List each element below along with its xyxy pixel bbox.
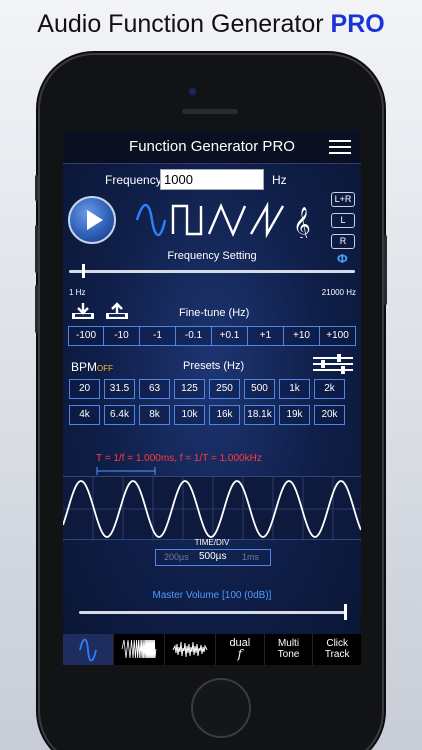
headline: Audio Function Generator PRO bbox=[0, 10, 422, 39]
tab-noise[interactable] bbox=[165, 634, 216, 665]
bpm-state: OFF bbox=[97, 364, 114, 373]
noise-tab-icon bbox=[172, 641, 208, 658]
preset-button[interactable]: 18.1k bbox=[244, 405, 275, 425]
bpm-toggle[interactable]: BPMOFF bbox=[71, 360, 113, 374]
front-camera bbox=[188, 87, 197, 96]
master-volume-label: Master Volume [100 (0dB)] bbox=[152, 590, 272, 601]
preset-button[interactable]: 6.4k bbox=[104, 405, 135, 425]
square-wave-icon bbox=[171, 204, 203, 236]
range-min-label: 1 Hz bbox=[69, 288, 86, 297]
preset-button[interactable]: 250 bbox=[209, 379, 240, 399]
tab-multi-line2: Tone bbox=[277, 649, 300, 660]
preset-button[interactable]: 63 bbox=[139, 379, 170, 399]
finetune-plus-100-button[interactable]: +100 bbox=[320, 326, 356, 346]
finetune-plus-10-button[interactable]: +10 bbox=[284, 326, 320, 346]
sweep-tab-icon bbox=[121, 639, 157, 659]
finetune-minus-10-button[interactable]: -10 bbox=[104, 326, 140, 346]
tab-sweep[interactable] bbox=[114, 634, 165, 665]
triangle-wave-icon bbox=[207, 202, 247, 238]
play-icon bbox=[87, 210, 103, 230]
treble-clef-icon: 𝄞 bbox=[293, 207, 311, 238]
preset-button[interactable]: 2k bbox=[314, 379, 345, 399]
preset-button[interactable]: 125 bbox=[174, 379, 205, 399]
presets-row-2: 4k 6.4k 8k 10k 16k 18.1k 19k 20k bbox=[69, 405, 345, 425]
volume-down-button bbox=[35, 285, 38, 333]
tab-multi-line1: Multi bbox=[277, 638, 300, 649]
earpiece-speaker bbox=[182, 109, 238, 114]
frequency-input[interactable]: 1000 bbox=[160, 169, 264, 190]
finetune-minus-1-button[interactable]: -1 bbox=[140, 326, 176, 346]
timediv-option[interactable]: 1ms bbox=[242, 552, 259, 562]
finetune-label: Fine-tune (Hz) bbox=[179, 307, 250, 319]
preset-button[interactable]: 31.5 bbox=[104, 379, 135, 399]
tab-click-track[interactable]: Click Track bbox=[313, 634, 361, 665]
range-max-label: 21000 Hz bbox=[321, 288, 356, 297]
preset-button[interactable]: 16k bbox=[209, 405, 240, 425]
channel-lr-button[interactable]: L+R bbox=[331, 192, 355, 207]
sawtooth-wave-icon bbox=[249, 202, 285, 238]
tab-sine[interactable] bbox=[63, 634, 114, 665]
tab-multi-tone[interactable]: Multi Tone bbox=[265, 634, 314, 665]
timediv-selector[interactable]: 200µs 500µs 1ms bbox=[155, 549, 271, 566]
play-button[interactable] bbox=[68, 196, 116, 244]
presets-row-1: 20 31.5 63 125 250 500 1k 2k bbox=[69, 379, 345, 399]
period-formula: T = 1/f = 1.000ms, f = 1/T = 1.000kHz bbox=[96, 453, 262, 464]
frequency-slider-thumb[interactable] bbox=[82, 264, 86, 278]
download-icon[interactable] bbox=[71, 302, 95, 320]
preset-button[interactable]: 4k bbox=[69, 405, 100, 425]
home-button[interactable] bbox=[191, 678, 251, 738]
channel-r-button[interactable]: R bbox=[331, 234, 355, 249]
frequency-slider[interactable] bbox=[69, 270, 355, 273]
frequency-label: Frequency bbox=[105, 173, 162, 187]
timediv-option[interactable]: 200µs bbox=[164, 552, 189, 562]
frequency-setting-label: Frequency Setting bbox=[167, 250, 257, 262]
preset-button[interactable]: 19k bbox=[279, 405, 310, 425]
master-volume-slider-thumb[interactable] bbox=[344, 604, 347, 620]
sine-wave-icon bbox=[135, 203, 167, 237]
preset-button[interactable]: 1k bbox=[279, 379, 310, 399]
headline-text: Audio Function Generator bbox=[37, 10, 324, 38]
headline-pro: PRO bbox=[330, 10, 385, 38]
preset-button[interactable]: 500 bbox=[244, 379, 275, 399]
bpm-label: BPM bbox=[71, 360, 98, 374]
app-title: Function Generator PRO bbox=[129, 138, 295, 155]
finetune-minus-100-button[interactable]: -100 bbox=[68, 326, 104, 346]
mute-switch bbox=[35, 175, 38, 201]
period-marker bbox=[96, 467, 156, 475]
tab-click-line2: Track bbox=[324, 649, 350, 660]
finetune-buttons: -100 -10 -1 -0.1 +0.1 +1 +10 +100 bbox=[68, 326, 356, 346]
finetune-plus-0-1-button[interactable]: +0.1 bbox=[212, 326, 248, 346]
presets-label: Presets (Hz) bbox=[183, 360, 245, 372]
preset-button[interactable]: 20 bbox=[69, 379, 100, 399]
tab-dual-frequency[interactable]: dual f bbox=[216, 634, 265, 665]
timediv-label: TIME/DIV bbox=[194, 538, 230, 547]
waveform-selector[interactable]: 𝄞 bbox=[135, 202, 315, 238]
oscilloscope-display bbox=[63, 476, 361, 541]
volume-up-button bbox=[35, 225, 38, 273]
title-bar: Function Generator PRO bbox=[63, 130, 361, 164]
tab-click-line1: Click bbox=[326, 638, 349, 649]
sine-tab-icon bbox=[79, 638, 97, 662]
app-screen: Function Generator PRO Frequency 1000 Hz… bbox=[63, 130, 361, 665]
master-volume-slider[interactable] bbox=[79, 611, 347, 614]
tab-dual-line2: f bbox=[237, 647, 243, 661]
preset-button[interactable]: 10k bbox=[174, 405, 205, 425]
frequency-unit: Hz bbox=[272, 173, 287, 187]
mixer-settings-icon[interactable] bbox=[313, 354, 353, 374]
finetune-minus-0-1-button[interactable]: -0.1 bbox=[176, 326, 212, 346]
hamburger-menu-icon[interactable] bbox=[329, 140, 351, 154]
preset-button[interactable]: 8k bbox=[139, 405, 170, 425]
oscilloscope-trace bbox=[63, 477, 361, 541]
power-button bbox=[384, 235, 387, 305]
timediv-option-selected[interactable]: 500µs bbox=[199, 551, 226, 562]
preset-button[interactable]: 20k bbox=[314, 405, 345, 425]
finetune-plus-1-button[interactable]: +1 bbox=[248, 326, 284, 346]
tab-bar: dual f Multi Tone Click Track bbox=[63, 634, 361, 665]
upload-icon[interactable] bbox=[105, 302, 129, 320]
channel-l-button[interactable]: L bbox=[331, 213, 355, 228]
